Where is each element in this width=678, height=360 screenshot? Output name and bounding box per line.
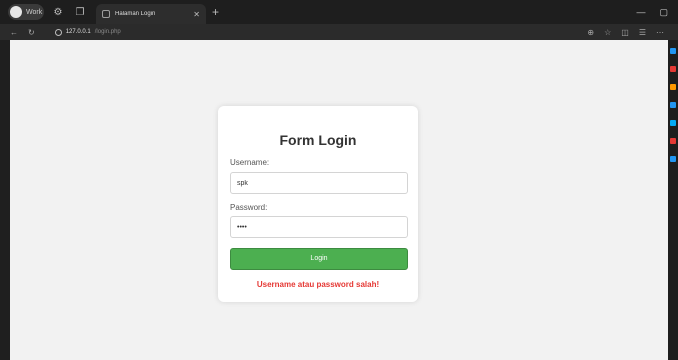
info-icon[interactable] [54, 28, 62, 36]
username-field[interactable] [230, 172, 408, 194]
split-icon[interactable]: ◫ [621, 28, 629, 37]
window-controls: — ▢ [636, 7, 668, 18]
sidebar-app-icon[interactable] [670, 84, 676, 90]
tab-title: Halaman Login [115, 11, 156, 17]
error-message: Username atau password salah! [256, 280, 380, 289]
minimize-button[interactable]: — [636, 7, 645, 18]
browser-titlebar: Work ⚙ ❐ Halaman Login ✕ + — ▢ [0, 0, 678, 24]
password-label: Password: [230, 203, 268, 212]
profile-label: Work [26, 8, 43, 16]
password-field[interactable] [230, 216, 408, 238]
sidebar-app-icon[interactable] [670, 156, 676, 162]
sidebar-app-icon[interactable] [670, 66, 676, 72]
login-button[interactable]: Login [230, 248, 408, 270]
login-card: Form Login Username: Password: Login Use… [218, 106, 418, 302]
page-viewport: Form Login Username: Password: Login Use… [10, 40, 668, 360]
page-title: Form Login [279, 132, 357, 148]
close-icon[interactable]: ✕ [193, 10, 200, 19]
tab-actions-icon[interactable]: ❐ [72, 7, 88, 18]
address-host: 127.0.0.1 [65, 29, 91, 35]
profile-button[interactable]: Work [8, 4, 44, 20]
star-icon[interactable]: ☆ [604, 28, 611, 37]
zoom-icon[interactable]: ⊕ [587, 28, 594, 37]
back-button[interactable]: ← [10, 28, 18, 37]
reload-button[interactable]: ↻ [28, 28, 35, 37]
sidebar-strip [668, 40, 678, 360]
tab-active[interactable]: Halaman Login ✕ [96, 4, 206, 24]
address-bar[interactable]: 127.0.0.1 /login.php [49, 26, 529, 38]
sidebar-app-icon[interactable] [670, 120, 676, 126]
more-icon[interactable]: ⋯ [656, 28, 664, 37]
address-path: /login.php [94, 29, 121, 35]
avatar [10, 6, 22, 18]
browser-toolbar: ← ↻ 127.0.0.1 /login.php ⊕ ☆ ◫ ☰ ⋯ [0, 24, 678, 40]
maximize-button[interactable]: ▢ [659, 7, 668, 18]
new-tab-button[interactable]: + [212, 5, 219, 19]
sidebar-app-icon[interactable] [670, 138, 676, 144]
toolbar-icons: ⊕ ☆ ◫ ☰ ⋯ [587, 28, 664, 37]
username-label: Username: [230, 158, 270, 167]
sidebar-app-icon[interactable] [670, 102, 676, 108]
favorites-icon[interactable]: ☰ [639, 28, 646, 37]
sidebar-app-icon[interactable] [670, 48, 676, 54]
extensions-icon[interactable]: ⚙ [50, 7, 66, 18]
page-icon [102, 10, 110, 18]
